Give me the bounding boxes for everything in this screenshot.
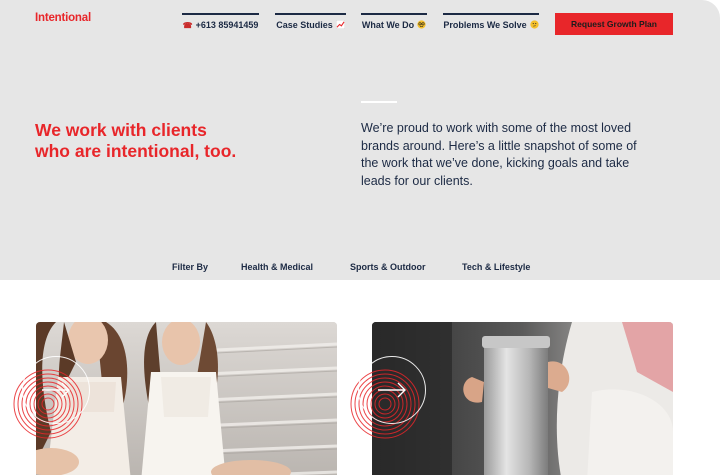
nav-what-we-do-label: What We Do xyxy=(361,20,415,30)
case-study-1-arrow-button[interactable] xyxy=(22,356,90,424)
filter-health-medical[interactable]: Health & Medical xyxy=(241,262,313,272)
headline-line-2: who are intentional, too. xyxy=(35,141,237,161)
filter-sports-outdoor[interactable]: Sports & Outdoor xyxy=(350,262,426,272)
case-study-2-arrow-button[interactable] xyxy=(358,356,426,424)
chart-increasing-icon xyxy=(335,19,346,31)
nav-problems-we-solve[interactable]: Problems We Solve xyxy=(443,13,539,35)
nav-problems-label: Problems We Solve xyxy=(443,20,527,30)
filter-by-label: Filter By xyxy=(172,262,209,272)
page-headline: We work with clients who are intentional… xyxy=(35,120,295,162)
nav-case-studies[interactable]: Case Studies xyxy=(275,13,346,35)
nerd-face-icon xyxy=(417,19,426,31)
headline-line-1: We work with clients xyxy=(35,120,207,140)
site-logo[interactable]: Intentional xyxy=(35,12,91,24)
arrow-right-icon xyxy=(378,382,406,398)
intro-paragraph: We’re proud to work with some of the mos… xyxy=(361,121,637,188)
thinking-face-icon xyxy=(530,19,539,31)
nav-case-studies-label: Case Studies xyxy=(276,20,333,30)
telephone-icon: ☎ xyxy=(182,20,193,30)
arrow-right-icon xyxy=(42,382,70,398)
nav-phone-label: +613 85941459 xyxy=(195,20,259,30)
request-growth-plan-button[interactable]: Request Growth Plan xyxy=(555,13,673,35)
filter-tech-lifestyle[interactable]: Tech & Lifestyle xyxy=(462,262,530,272)
intro-divider xyxy=(361,101,397,103)
nav-what-we-do[interactable]: What We Do xyxy=(361,13,427,35)
nav-phone-link[interactable]: ☎ +613 85941459 xyxy=(182,13,259,35)
